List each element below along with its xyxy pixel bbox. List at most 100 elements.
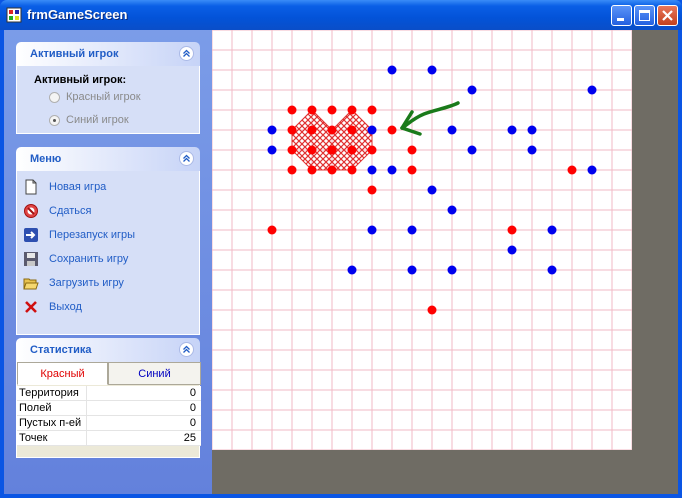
red-dot	[347, 105, 357, 115]
blue-dot	[527, 145, 537, 155]
open-folder-icon	[23, 278, 39, 290]
red-dot	[307, 165, 317, 175]
radio-checked-icon	[49, 115, 60, 126]
menu-exit[interactable]: Выход	[23, 299, 193, 317]
active-player-header[interactable]: Активный игрок	[16, 42, 200, 66]
stat-key: Пустых п-ей	[19, 417, 82, 429]
collapse-chevron-icon[interactable]	[179, 151, 194, 166]
menu-save[interactable]: Сохранить игру	[23, 251, 193, 269]
red-dot	[327, 125, 337, 135]
red-dot	[367, 145, 377, 155]
red-dot	[287, 145, 297, 155]
window-title: frmGameScreen	[27, 7, 128, 22]
maximize-icon	[639, 10, 650, 21]
blue-dot	[527, 125, 537, 135]
stat-value: 25	[183, 432, 196, 444]
collapse-chevron-icon[interactable]	[179, 46, 194, 61]
menu-restart[interactable]: Перезапуск игры	[23, 227, 193, 245]
stat-value: 0	[189, 387, 196, 399]
red-dot	[407, 165, 417, 175]
blue-dot	[347, 265, 357, 275]
table-row: Полей 0	[17, 401, 201, 416]
close-button[interactable]	[657, 5, 678, 26]
tab-blue[interactable]: Синий	[108, 362, 201, 385]
red-dot	[327, 145, 337, 155]
client-area: Активный игрок Активный игрок: Красный и…	[4, 30, 678, 494]
board-area	[212, 30, 678, 494]
minimize-button[interactable]	[611, 5, 632, 26]
red-dot	[387, 125, 397, 135]
blue-dot	[507, 125, 517, 135]
game-board[interactable]	[212, 30, 632, 450]
red-dot	[327, 105, 337, 115]
minimize-icon	[617, 18, 624, 21]
menu-body: Новая игра Сдаться Перезапуск игры Сохра…	[16, 171, 200, 335]
menu-save-label: Сохранить игру	[49, 253, 129, 265]
table-row: Территория 0	[17, 386, 201, 401]
menu-restart-label: Перезапуск игры	[49, 229, 136, 241]
red-dot	[287, 105, 297, 115]
collapse-chevron-icon[interactable]	[179, 342, 194, 357]
red-dot	[307, 105, 317, 115]
menu-header[interactable]: Меню	[16, 147, 200, 171]
blue-dot	[547, 265, 557, 275]
app-icon	[6, 7, 22, 23]
stats-body: Красный Синий Территория 0 Полей 0 Пустых …	[16, 362, 201, 458]
maximize-button[interactable]	[634, 5, 655, 26]
active-player-label: Активный игрок:	[34, 74, 127, 86]
stats-header-title: Статистика	[30, 344, 92, 356]
menu-new-game[interactable]: Новая игра	[23, 179, 193, 197]
blue-dot	[367, 225, 377, 235]
radio-red-player-label: Красный игрок	[66, 91, 141, 103]
blue-dot	[587, 85, 597, 95]
stats-header[interactable]: Статистика	[16, 338, 200, 362]
red-dot	[427, 305, 437, 315]
blue-dot	[467, 145, 477, 155]
red-dot	[367, 105, 377, 115]
blue-dot	[407, 265, 417, 275]
red-dot	[367, 185, 377, 195]
menu-exit-label: Выход	[49, 301, 82, 313]
red-dot	[287, 125, 297, 135]
table-row: Точек 25	[17, 431, 201, 446]
red-dot	[307, 125, 317, 135]
menu-load-label: Загрузить игру	[49, 277, 124, 289]
blue-dot	[507, 245, 517, 255]
menu-group: Меню Новая игра Сдаться Перезапуск игры …	[16, 147, 200, 335]
blue-dot	[587, 165, 597, 175]
title-bar[interactable]: frmGameScreen	[0, 0, 682, 30]
stat-value: 0	[189, 402, 196, 414]
blue-dot	[427, 185, 437, 195]
red-dot	[287, 165, 297, 175]
tab-red[interactable]: Красный	[17, 362, 108, 385]
active-player-header-title: Активный игрок	[30, 48, 119, 60]
blue-dot	[447, 265, 457, 275]
table-row: Пустых п-ей 0	[17, 416, 201, 431]
blue-dot	[267, 145, 277, 155]
red-dot	[347, 145, 357, 155]
restart-arrow-icon	[24, 228, 38, 242]
blue-dot	[447, 205, 457, 215]
blue-dot	[547, 225, 557, 235]
blue-dot	[427, 65, 437, 75]
radio-circle-icon	[49, 92, 60, 103]
menu-surrender[interactable]: Сдаться	[23, 203, 193, 221]
menu-load[interactable]: Загрузить игру	[23, 275, 193, 293]
exit-x-icon	[25, 301, 37, 313]
blue-dot	[267, 125, 277, 135]
stat-key: Территория	[19, 387, 79, 399]
app-window: frmGameScreen Активный игрок Активный иг	[0, 0, 682, 498]
new-document-icon	[25, 179, 37, 195]
surrender-icon	[24, 204, 38, 218]
active-player-group: Активный игрок Активный игрок: Красный и…	[16, 42, 200, 134]
stats-tabs: Красный Синий	[17, 362, 201, 386]
save-disk-icon	[24, 252, 38, 266]
menu-new-game-label: Новая игра	[49, 181, 107, 193]
stats-table: Территория 0 Полей 0 Пустых п-ей 0 Точек 25	[17, 386, 201, 446]
menu-header-title: Меню	[30, 153, 62, 165]
red-dot	[307, 145, 317, 155]
red-dot	[347, 165, 357, 175]
red-dot	[507, 225, 517, 235]
blue-dot	[407, 225, 417, 235]
blue-dot	[447, 125, 457, 135]
